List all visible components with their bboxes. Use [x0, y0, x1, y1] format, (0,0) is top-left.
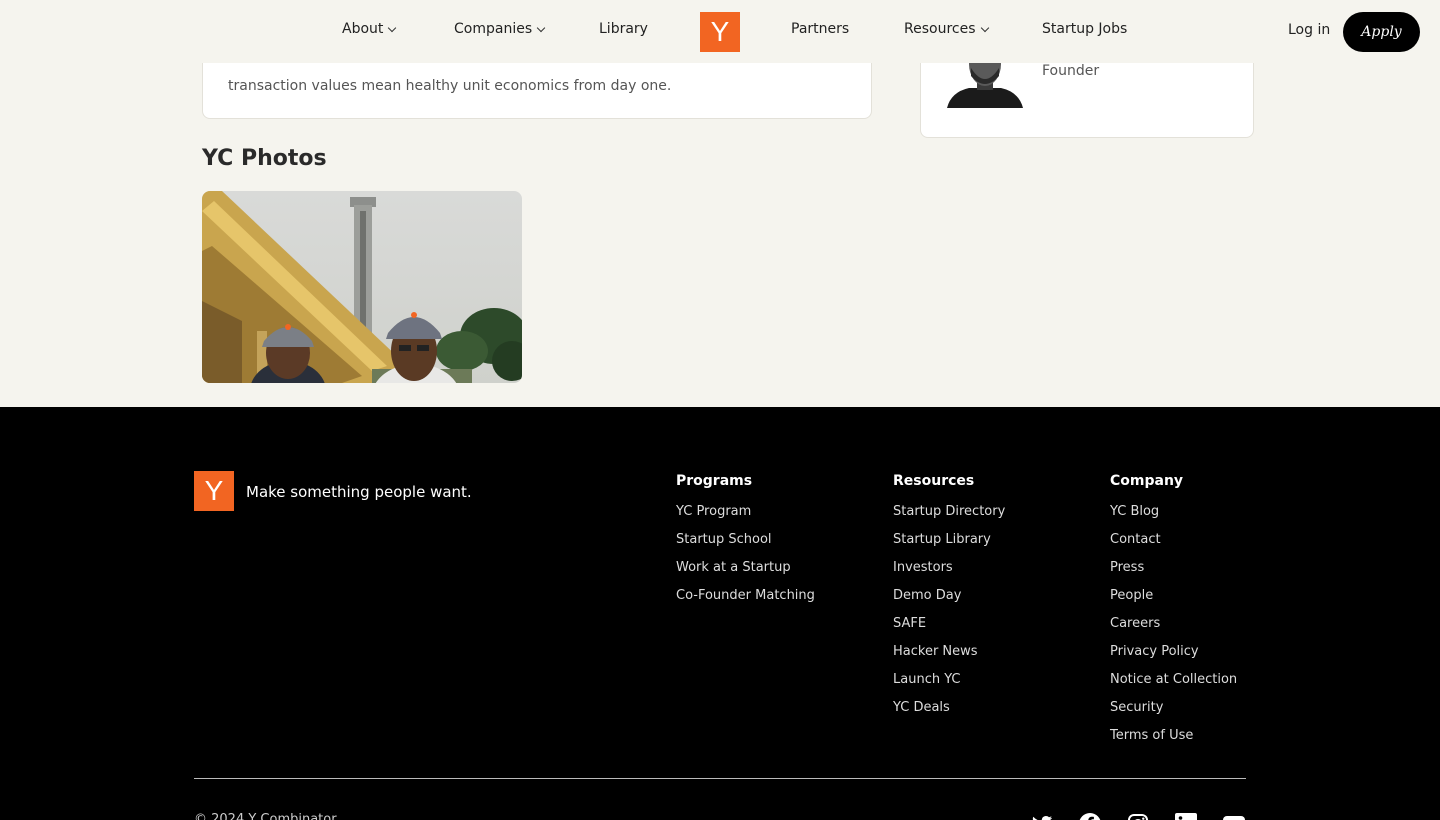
footer-link-people[interactable]: People — [1110, 588, 1237, 616]
yc-logo[interactable]: Y — [700, 12, 740, 52]
footer-link-startup-directory[interactable]: Startup Directory — [893, 504, 1005, 532]
login-link[interactable]: Log in — [1288, 22, 1330, 38]
chevron-down-icon — [980, 23, 989, 32]
footer-tagline: Make something people want. — [246, 483, 472, 501]
nav-about[interactable]: About — [342, 21, 397, 37]
footer-company-column: Company YC Blog Contact Press People Car… — [1110, 473, 1237, 756]
top-navigation: About Companies Library Y Partners Resou… — [0, 0, 1440, 63]
footer: Y Make something people want. Programs Y… — [0, 407, 1440, 820]
nav-companies-label: Companies — [454, 21, 533, 37]
footer-copyright: © 2024 Y Combinator — [194, 812, 337, 820]
yc-photo[interactable] — [202, 191, 522, 383]
footer-programs-heading: Programs — [676, 473, 753, 489]
footer-link-contact[interactable]: Contact — [1110, 532, 1237, 560]
nav-partners-label: Partners — [791, 21, 850, 37]
nav-companies[interactable]: Companies — [454, 21, 546, 37]
footer-link-press[interactable]: Press — [1110, 560, 1237, 588]
chevron-down-icon — [536, 23, 546, 32]
footer-link-careers[interactable]: Careers — [1110, 616, 1237, 644]
footer-link-privacy-policy[interactable]: Privacy Policy — [1110, 644, 1237, 672]
footer-link-yc-deals[interactable]: YC Deals — [893, 700, 1005, 728]
footer-link-terms-of-use[interactable]: Terms of Use — [1110, 728, 1237, 756]
company-description-text: transaction values mean healthy unit eco… — [228, 78, 672, 94]
youtube-icon[interactable] — [1222, 812, 1246, 820]
footer-link-safe[interactable]: SAFE — [893, 616, 1005, 644]
footer-link-hacker-news[interactable]: Hacker News — [893, 644, 1005, 672]
footer-resources-heading: Resources — [893, 473, 975, 489]
footer-link-startup-school[interactable]: Startup School — [676, 532, 815, 560]
nav-partners[interactable]: Partners — [791, 21, 849, 37]
footer-company-heading: Company — [1110, 473, 1184, 489]
footer-link-investors[interactable]: Investors — [893, 560, 1005, 588]
footer-link-yc-blog[interactable]: YC Blog — [1110, 504, 1237, 532]
twitter-icon[interactable] — [1030, 812, 1054, 820]
nav-library[interactable]: Library — [599, 21, 648, 37]
nav-resources[interactable]: Resources — [904, 21, 989, 37]
footer-link-startup-library[interactable]: Startup Library — [893, 532, 1005, 560]
footer-resources-column: Resources Startup Directory Startup Libr… — [893, 473, 1005, 728]
footer-link-launch-yc[interactable]: Launch YC — [893, 672, 1005, 700]
instagram-icon[interactable] — [1126, 812, 1150, 820]
founder-role: Founder — [1042, 63, 1100, 79]
footer-link-demo-day[interactable]: Demo Day — [893, 588, 1005, 616]
facebook-icon[interactable] — [1078, 812, 1102, 820]
footer-link-yc-program[interactable]: YC Program — [676, 504, 815, 532]
nav-library-label: Library — [599, 21, 648, 37]
footer-yc-logo[interactable]: Y — [194, 471, 234, 511]
chevron-down-icon — [388, 23, 397, 32]
photos-title: YC Photos — [202, 146, 327, 171]
nav-about-label: About — [342, 21, 384, 37]
nav-resources-label: Resources — [904, 21, 976, 37]
footer-programs-column: Programs YC Program Startup School Work … — [676, 473, 815, 616]
nav-startup-jobs[interactable]: Startup Jobs — [1042, 21, 1127, 37]
footer-link-notice-at-collection[interactable]: Notice at Collection — [1110, 672, 1237, 700]
footer-link-work-at-a-startup[interactable]: Work at a Startup — [676, 560, 815, 588]
footer-link-co-founder-matching[interactable]: Co-Founder Matching — [676, 588, 815, 616]
footer-divider — [194, 778, 1246, 779]
linkedin-icon[interactable] — [1174, 812, 1198, 820]
nav-startup-jobs-label: Startup Jobs — [1042, 21, 1128, 37]
apply-button[interactable]: Apply — [1343, 12, 1420, 52]
footer-link-security[interactable]: Security — [1110, 700, 1237, 728]
